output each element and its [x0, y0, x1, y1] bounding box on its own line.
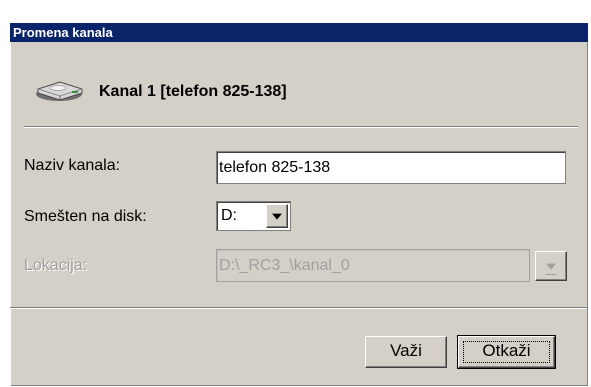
location-label: Lokacija:	[24, 257, 88, 274]
cancel-button[interactable]: Otkaži	[457, 335, 556, 369]
disk-dropdown-button[interactable]	[266, 204, 288, 228]
footer-separator	[10, 307, 587, 309]
drive-icon	[36, 81, 83, 101]
channel-name-label: Naziv kanala:	[24, 157, 121, 174]
location-field: D:\_RC3_\kanal_0	[216, 249, 530, 282]
dropdown-arrow-icon	[546, 263, 556, 270]
disk-label: Smešten na disk:	[24, 208, 147, 225]
chevron-down-icon	[272, 213, 282, 220]
header-separator	[24, 126, 578, 128]
cancel-button-label: Otkaži	[482, 341, 531, 360]
disk-select[interactable]: D:	[216, 201, 291, 231]
ok-button-label: Važi	[390, 341, 422, 360]
location-browse-button	[535, 251, 567, 281]
dropdown-bar-icon	[545, 274, 557, 275]
disk-select-value: D:	[221, 207, 237, 224]
dialog-window	[10, 23, 588, 386]
dialog-title: Promena kanala	[13, 25, 113, 40]
ok-button[interactable]: Važi	[365, 336, 447, 368]
channel-name-field[interactable]: telefon 825-138	[216, 151, 566, 184]
dialog-titlebar[interactable]: Promena kanala	[10, 23, 588, 42]
channel-header-title: Kanal 1 [telefon 825-138]	[99, 83, 287, 100]
